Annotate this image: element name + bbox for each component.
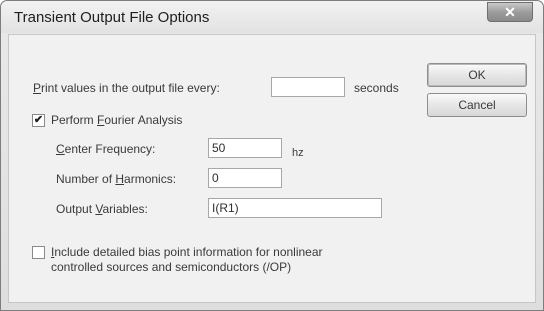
bias-info-checkbox[interactable] (32, 246, 45, 259)
print-every-label: Print values in the output file every: (33, 81, 220, 95)
harmonics-label: Number of Harmonics: (56, 172, 177, 186)
output-variables-label: Output Variables: (56, 202, 148, 216)
cancel-button[interactable]: Cancel (427, 93, 527, 117)
seconds-unit-label: seconds (354, 81, 399, 95)
dialog-body: Print values in the output file every: s… (8, 34, 536, 303)
close-icon: ✕ (504, 4, 516, 20)
bias-info-label-line2[interactable]: controlled sources and semiconductors (/… (51, 260, 291, 274)
dialog-title: Transient Output File Options (14, 9, 210, 26)
fourier-label[interactable]: Perform Fourier Analysis (51, 113, 182, 127)
title-bar[interactable]: Transient Output File Options ✕ (1, 1, 543, 33)
close-button[interactable]: ✕ (487, 2, 533, 22)
hz-unit-label: hz (292, 147, 304, 159)
checkmark-icon: ✔ (33, 114, 44, 126)
center-frequency-label: Center Frequency: (56, 142, 156, 156)
output-variables-input[interactable]: I(R1) (208, 198, 382, 218)
print-interval-input[interactable] (271, 77, 345, 97)
harmonics-input[interactable]: 0 (208, 168, 282, 188)
fourier-checkbox[interactable]: ✔ (32, 114, 45, 127)
ok-button[interactable]: OK (427, 63, 527, 87)
bias-info-label-line1[interactable]: Include detailed bias point information … (51, 245, 323, 259)
dialog-window: Transient Output File Options ✕ Print va… (0, 0, 544, 311)
center-frequency-input[interactable]: 50 (208, 138, 282, 158)
